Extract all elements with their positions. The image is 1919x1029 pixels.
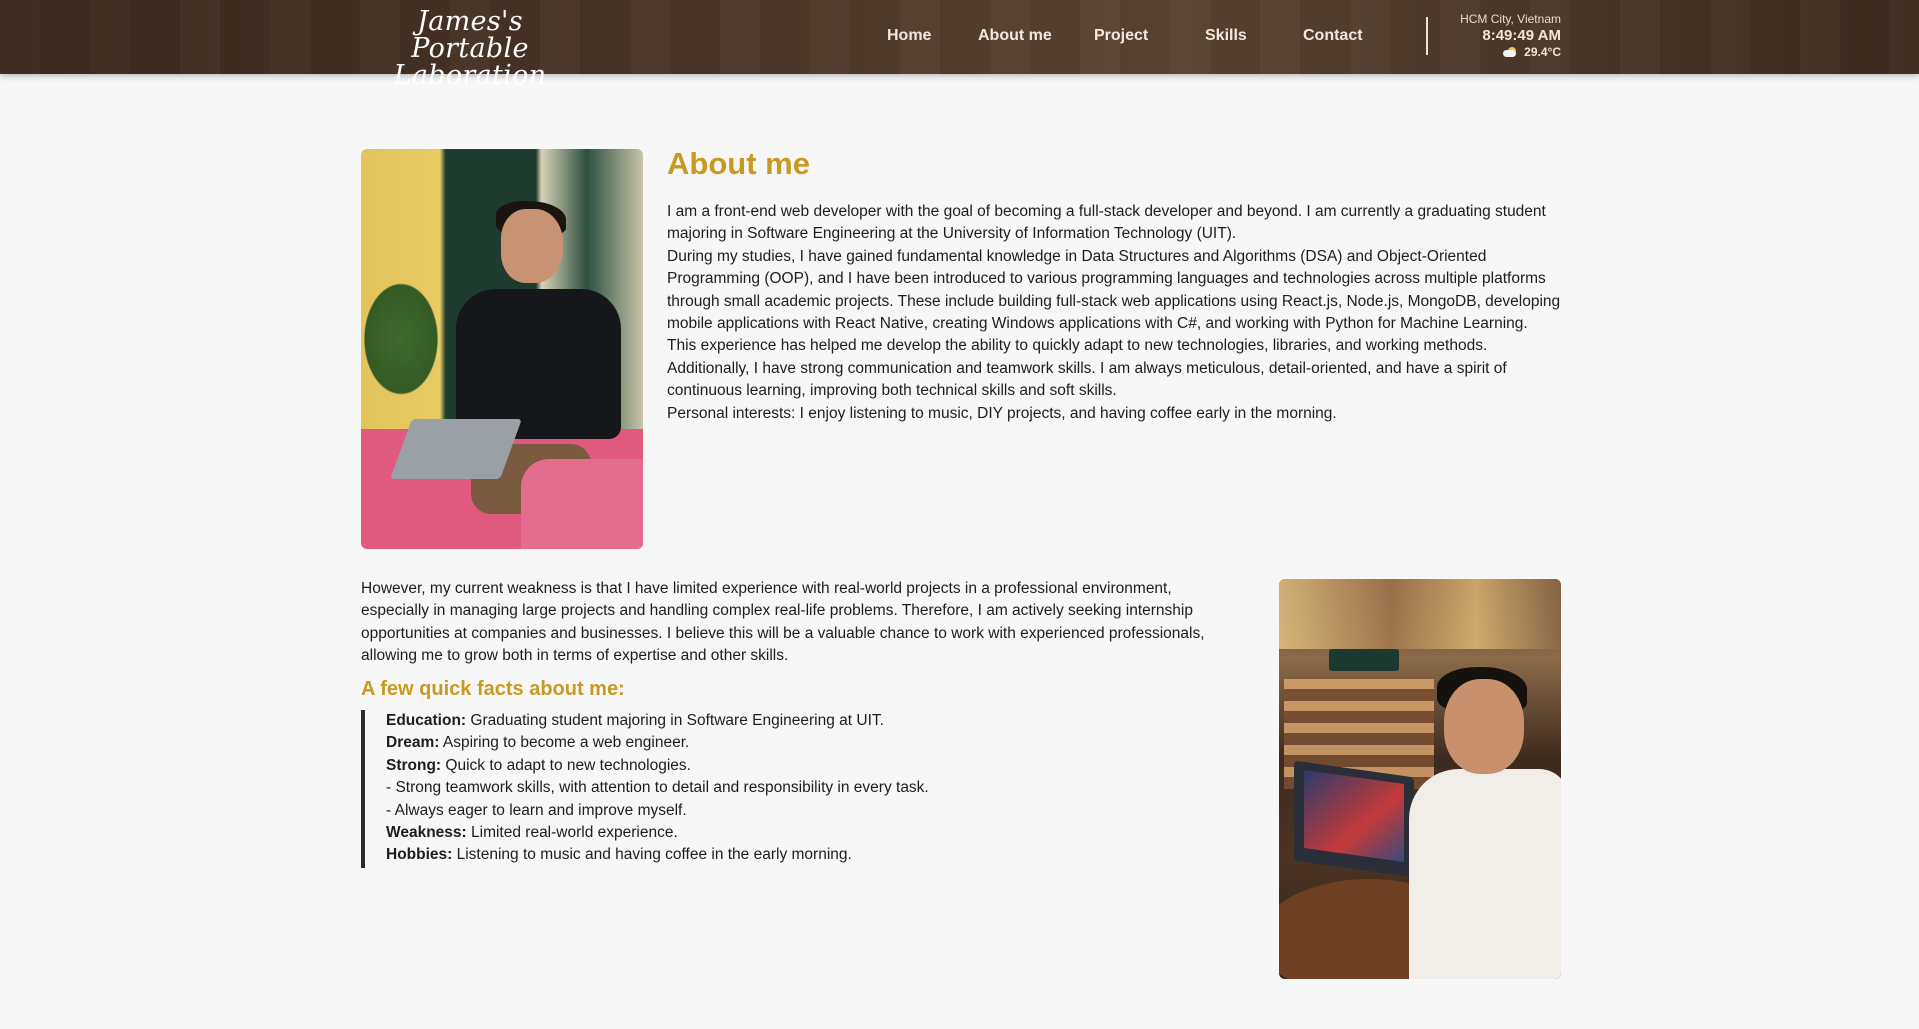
nav-project[interactable]: Project bbox=[1094, 27, 1148, 45]
about-title: About me bbox=[667, 146, 810, 181]
fact-strong-teamwork: - Strong teamwork skills, with attention… bbox=[386, 779, 929, 797]
about-description: I am a front-end web developer with the … bbox=[667, 201, 1567, 425]
nav-skills[interactable]: Skills bbox=[1205, 27, 1247, 45]
about-paragraph: During my studies, I have gained fundame… bbox=[667, 247, 1561, 333]
cafe-coding-photo bbox=[1279, 579, 1561, 979]
fact-dream: Dream: Aspiring to become a web engineer… bbox=[386, 734, 690, 752]
fact-weakness: Weakness: Limited real-world experience. bbox=[386, 824, 678, 842]
facts-list: Education: Graduating student majoring i… bbox=[361, 710, 929, 868]
weather-temperature: 29.4°C bbox=[1524, 45, 1561, 59]
nav-contact[interactable]: Contact bbox=[1303, 27, 1363, 45]
fact-hobbies: Hobbies: Listening to music and having c… bbox=[386, 846, 852, 864]
about-paragraph: This experience has helped me develop th… bbox=[667, 337, 1507, 400]
weather-location: HCM City, Vietnam bbox=[1460, 12, 1561, 26]
site-logo[interactable]: James's Portable Laboration bbox=[360, 8, 580, 89]
fact-education: Education: Graduating student majoring i… bbox=[386, 712, 884, 729]
weakness-paragraph: However, my current weakness is that I h… bbox=[361, 580, 1205, 665]
clock-time: 8:49:49 AM bbox=[1482, 27, 1561, 44]
profile-photo-working bbox=[361, 149, 643, 549]
partly-cloudy-icon bbox=[1503, 47, 1518, 57]
fact-strong: Strong: Quick to adapt to new technologi… bbox=[386, 756, 691, 774]
weather-temperature-row: 29.4°C bbox=[1460, 45, 1561, 60]
about-paragraph: Personal interests: I enjoy listening to… bbox=[667, 404, 1337, 422]
nav-about-me[interactable]: About me bbox=[978, 27, 1052, 45]
fact-strong-learning: - Always eager to learn and improve myse… bbox=[386, 801, 687, 819]
logo-line-2: Laboration bbox=[393, 60, 547, 91]
weather-widget: HCM City, Vietnam 8:49:49 AM 29.4°C bbox=[1460, 12, 1561, 60]
facts-title: A few quick facts about me: bbox=[361, 678, 625, 700]
site-header: James's Portable Laboration Home About m… bbox=[0, 0, 1919, 89]
logo-line-1: James's Portable bbox=[411, 6, 529, 64]
header-divider bbox=[1426, 17, 1428, 55]
about-paragraph: I am a front-end web developer with the … bbox=[667, 203, 1546, 243]
nav-home[interactable]: Home bbox=[887, 27, 931, 45]
